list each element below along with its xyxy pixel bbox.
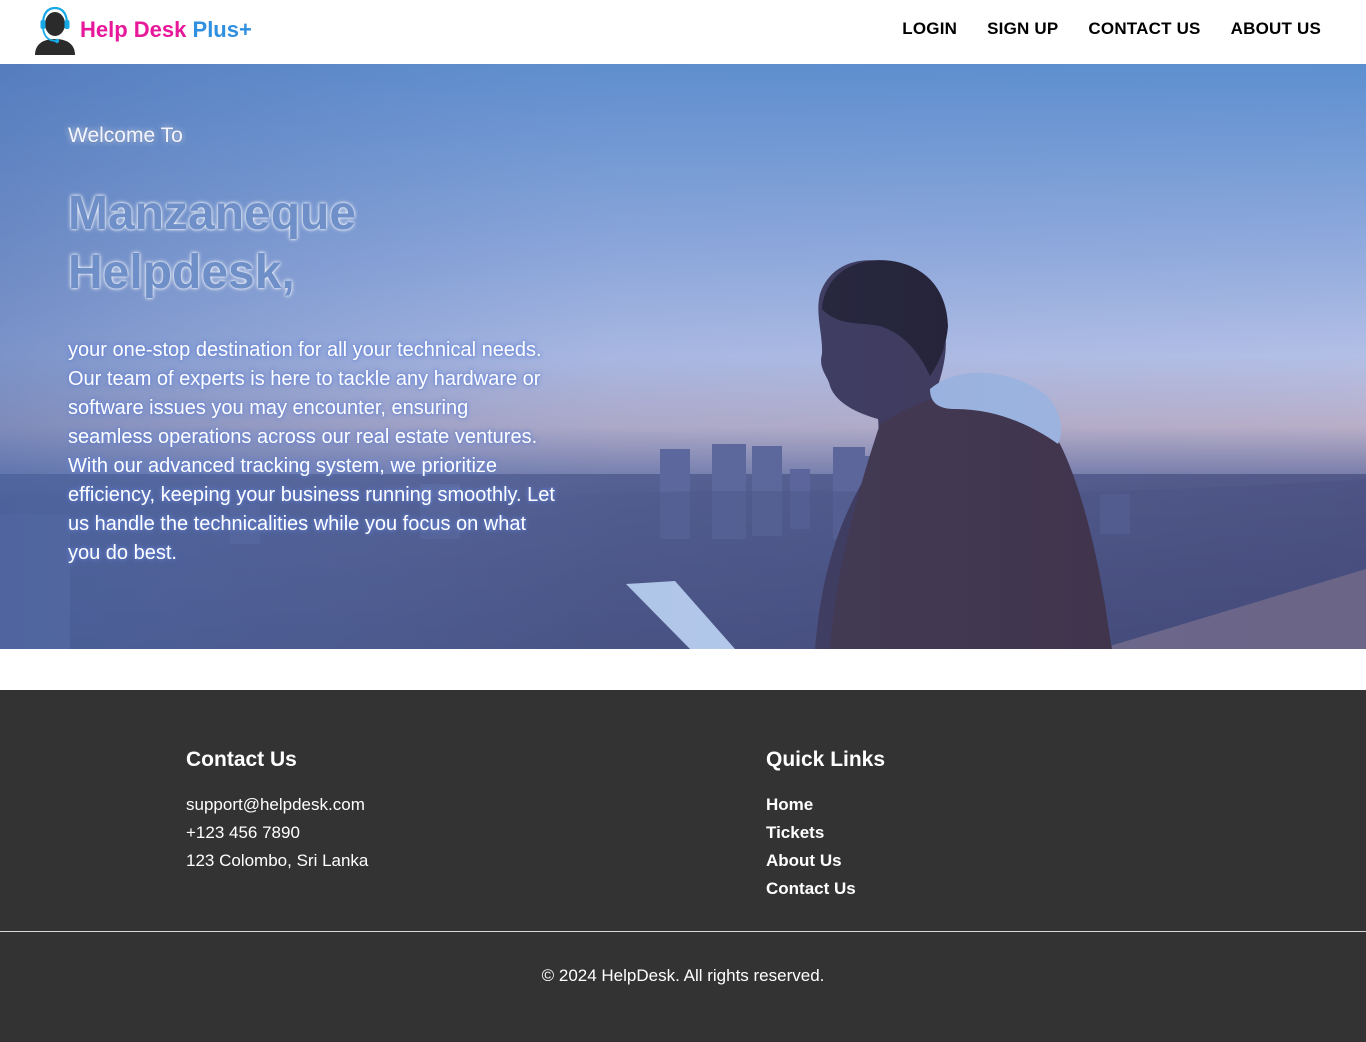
footer-quick-links-heading: Quick Links xyxy=(766,748,886,771)
footer-contact-heading: Contact Us xyxy=(186,748,297,771)
footer-link-tickets[interactable]: Tickets xyxy=(766,819,885,847)
hero-title-line1: Manzaneque xyxy=(68,187,357,240)
hero-welcome: Welcome To xyxy=(68,124,183,147)
footer-link-home[interactable]: Home xyxy=(766,791,885,819)
footer-copyright: © 2024 HelpDesk. All rights reserved. xyxy=(541,966,825,985)
hero-section: Welcome To Manzaneque Helpdesk, your one… xyxy=(0,64,1366,649)
hero-title: Manzaneque Helpdesk, xyxy=(68,184,558,302)
brand-name-part2: Plus+ xyxy=(192,17,252,42)
brand-name: Help Desk Plus+ xyxy=(80,17,252,43)
footer-quick-links-section: Quick Links Home Tickets About Us Contac… xyxy=(766,748,885,903)
footer-divider xyxy=(0,931,1366,932)
hero-description-paragraph-1: your one-stop destination for all your t… xyxy=(68,339,542,448)
footer-link-contact-us[interactable]: Contact Us xyxy=(766,875,885,903)
footer-link-about-us[interactable]: About Us xyxy=(766,847,885,875)
brand-logo-link[interactable]: Help Desk Plus+ xyxy=(32,5,252,55)
main-nav: LOGIN SIGN UP CONTACT US ABOUT US xyxy=(872,19,1321,39)
hero-title-line2: Helpdesk, xyxy=(68,246,295,299)
footer-contact-email: support@helpdesk.com xyxy=(186,795,365,814)
footer-contact-address: 123 Colombo, Sri Lanka xyxy=(186,851,369,870)
nav-about-us[interactable]: ABOUT US xyxy=(1231,19,1321,39)
nav-login[interactable]: LOGIN xyxy=(902,19,957,39)
brand-name-part1: Help Desk xyxy=(80,17,187,42)
site-header: Help Desk Plus+ LOGIN SIGN UP CONTACT US… xyxy=(0,0,1366,64)
nav-sign-up[interactable]: SIGN UP xyxy=(987,19,1058,39)
footer-contact-section: Contact Us support@helpdesk.com +123 456… xyxy=(186,748,368,875)
footer-contact-phone: +123 456 7890 xyxy=(186,823,300,842)
hero-description: your one-stop destination for all your t… xyxy=(68,336,558,568)
hero-description-paragraph-2: With our advanced tracking system, we pr… xyxy=(68,455,555,564)
site-footer: Contact Us support@helpdesk.com +123 456… xyxy=(0,690,1366,1042)
hero-text-block: Welcome To Manzaneque Helpdesk, your one… xyxy=(68,124,558,568)
nav-contact-us[interactable]: CONTACT US xyxy=(1088,19,1200,39)
support-agent-headset-icon xyxy=(35,6,75,55)
